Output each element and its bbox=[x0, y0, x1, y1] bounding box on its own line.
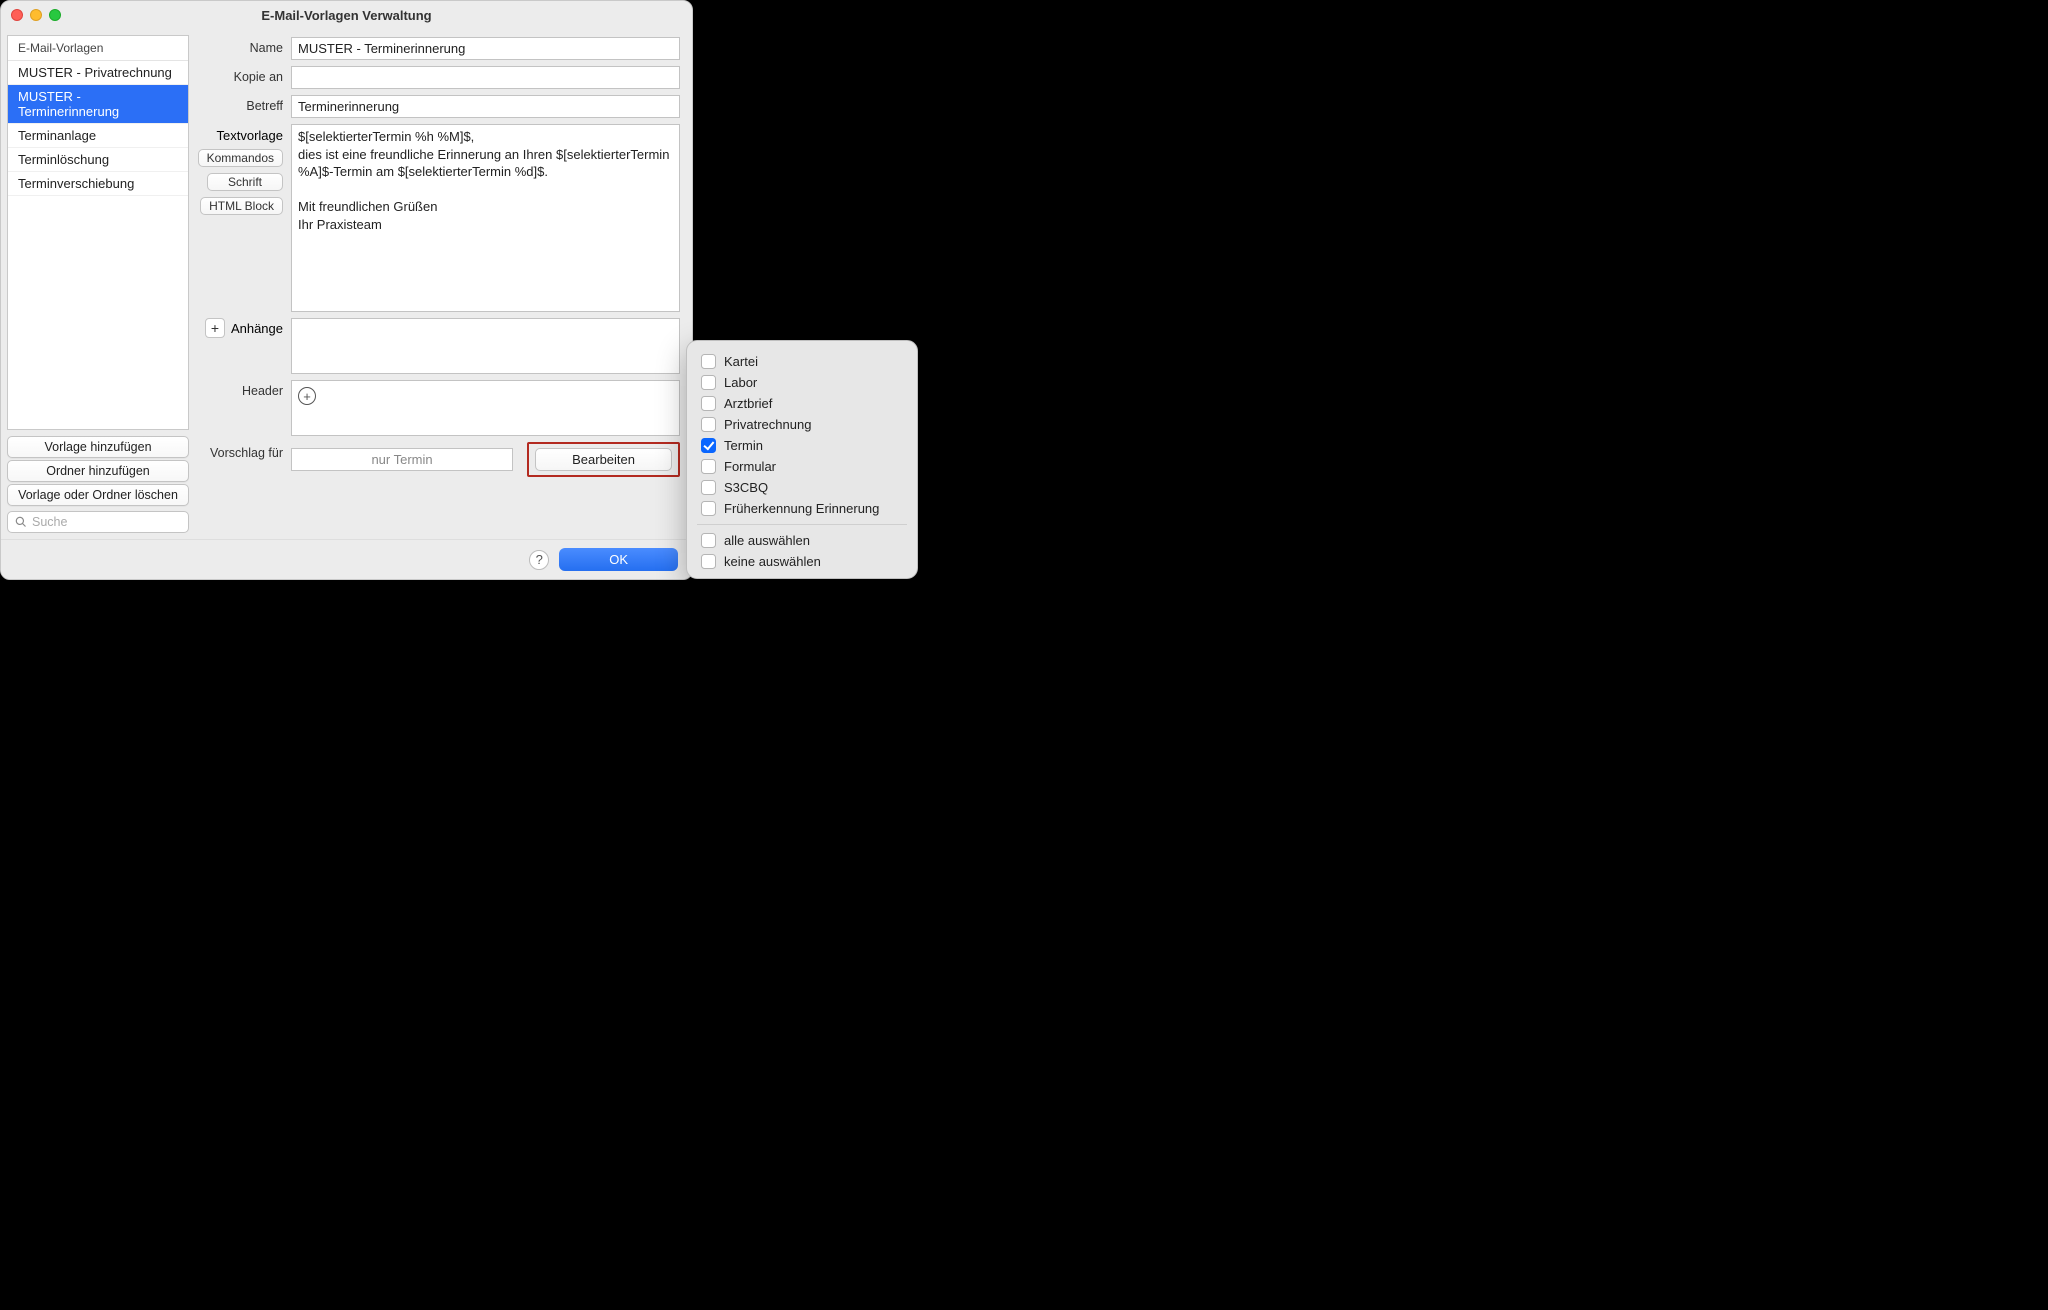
popover-option-label: S3CBQ bbox=[724, 480, 768, 495]
popover-option[interactable]: Privatrechnung bbox=[687, 414, 917, 435]
search-field-wrap bbox=[7, 511, 189, 533]
window-content: E-Mail-Vorlagen MUSTER - Privatrechnung … bbox=[1, 29, 692, 539]
suggestion-popover: Kartei Labor Arztbrief Privatrechnung Te… bbox=[686, 340, 918, 579]
sidebar-item[interactable]: MUSTER - Privatrechnung bbox=[8, 61, 188, 85]
popover-option-label: Kartei bbox=[724, 354, 758, 369]
subject-input[interactable] bbox=[291, 95, 680, 118]
copy-label: Kopie an bbox=[199, 66, 291, 84]
name-label: Name bbox=[199, 37, 291, 55]
checkbox-icon[interactable] bbox=[701, 417, 716, 432]
edit-suggestion-button[interactable]: Bearbeiten bbox=[535, 448, 672, 471]
html-block-button[interactable]: HTML Block bbox=[200, 197, 283, 215]
popover-option[interactable]: Labor bbox=[687, 372, 917, 393]
suggestion-value: nur Termin bbox=[291, 448, 513, 471]
popover-option-label: Früherkennung Erinnerung bbox=[724, 501, 879, 516]
search-icon bbox=[15, 516, 27, 528]
checkbox-icon[interactable] bbox=[701, 438, 716, 453]
add-folder-button[interactable]: Ordner hinzufügen bbox=[7, 460, 189, 482]
sidebar-item[interactable]: Terminanlage bbox=[8, 124, 188, 148]
popover-option[interactable]: Termin bbox=[687, 435, 917, 456]
popover-option-label: Labor bbox=[724, 375, 757, 390]
template-list[interactable]: E-Mail-Vorlagen MUSTER - Privatrechnung … bbox=[7, 35, 189, 430]
header-label: Header bbox=[199, 380, 291, 398]
add-template-button[interactable]: Vorlage hinzufügen bbox=[7, 436, 189, 458]
edit-button-highlight: Bearbeiten bbox=[527, 442, 680, 477]
select-all-option[interactable]: alle auswählen bbox=[687, 530, 917, 551]
help-button[interactable]: ? bbox=[529, 550, 549, 570]
ok-button[interactable]: OK bbox=[559, 548, 678, 571]
sidebar: E-Mail-Vorlagen MUSTER - Privatrechnung … bbox=[1, 29, 195, 539]
checkbox-icon[interactable] bbox=[701, 354, 716, 369]
select-none-option[interactable]: keine auswählen bbox=[687, 551, 917, 572]
select-none-label: keine auswählen bbox=[724, 554, 821, 569]
sidebar-buttons: Vorlage hinzufügen Ordner hinzufügen Vor… bbox=[7, 436, 189, 506]
checkbox-icon[interactable] bbox=[701, 396, 716, 411]
popover-option[interactable]: Kartei bbox=[687, 351, 917, 372]
copy-input[interactable] bbox=[291, 66, 680, 89]
popover-option[interactable]: Formular bbox=[687, 456, 917, 477]
footer: ? OK bbox=[1, 539, 692, 579]
font-button[interactable]: Schrift bbox=[207, 173, 283, 191]
popover-separator bbox=[697, 524, 907, 525]
checkbox-icon[interactable] bbox=[701, 501, 716, 516]
popover-option-label: Arztbrief bbox=[724, 396, 772, 411]
text-template-input[interactable] bbox=[291, 124, 680, 312]
sidebar-item[interactable]: Terminverschiebung bbox=[8, 172, 188, 196]
checkbox-icon[interactable] bbox=[701, 533, 716, 548]
sidebar-item[interactable]: Terminlöschung bbox=[8, 148, 188, 172]
template-list-header: E-Mail-Vorlagen bbox=[8, 36, 188, 61]
subject-label: Betreff bbox=[199, 95, 291, 113]
popover-option[interactable]: Früherkennung Erinnerung bbox=[687, 498, 917, 519]
attachments-label: Anhänge bbox=[231, 321, 283, 336]
popover-option[interactable]: Arztbrief bbox=[687, 393, 917, 414]
popover-option-label: Formular bbox=[724, 459, 776, 474]
header-box[interactable]: + bbox=[291, 380, 680, 436]
checkbox-icon[interactable] bbox=[701, 480, 716, 495]
name-input[interactable] bbox=[291, 37, 680, 60]
checkbox-icon[interactable] bbox=[701, 375, 716, 390]
main-window: E-Mail-Vorlagen Verwaltung E-Mail-Vorlag… bbox=[0, 0, 693, 580]
form-panel: Name Kopie an Betreff Textvorlage Komman… bbox=[195, 29, 692, 539]
add-attachment-button[interactable]: + bbox=[205, 318, 225, 338]
text-template-label: Textvorlage bbox=[217, 124, 283, 143]
select-all-label: alle auswählen bbox=[724, 533, 810, 548]
popover-option-label: Privatrechnung bbox=[724, 417, 811, 432]
popover-option[interactable]: S3CBQ bbox=[687, 477, 917, 498]
attachments-box[interactable] bbox=[291, 318, 680, 374]
commands-button[interactable]: Kommandos bbox=[198, 149, 283, 167]
checkbox-icon[interactable] bbox=[701, 554, 716, 569]
suggestion-label: Vorschlag für bbox=[199, 442, 291, 460]
search-input[interactable] bbox=[7, 511, 189, 533]
titlebar: E-Mail-Vorlagen Verwaltung bbox=[1, 1, 692, 29]
add-header-icon[interactable]: + bbox=[298, 387, 316, 405]
popover-option-label: Termin bbox=[724, 438, 763, 453]
checkbox-icon[interactable] bbox=[701, 459, 716, 474]
sidebar-item[interactable]: MUSTER - Terminerinnerung bbox=[8, 85, 188, 124]
delete-button[interactable]: Vorlage oder Ordner löschen bbox=[7, 484, 189, 506]
window-title: E-Mail-Vorlagen Verwaltung bbox=[1, 8, 692, 23]
